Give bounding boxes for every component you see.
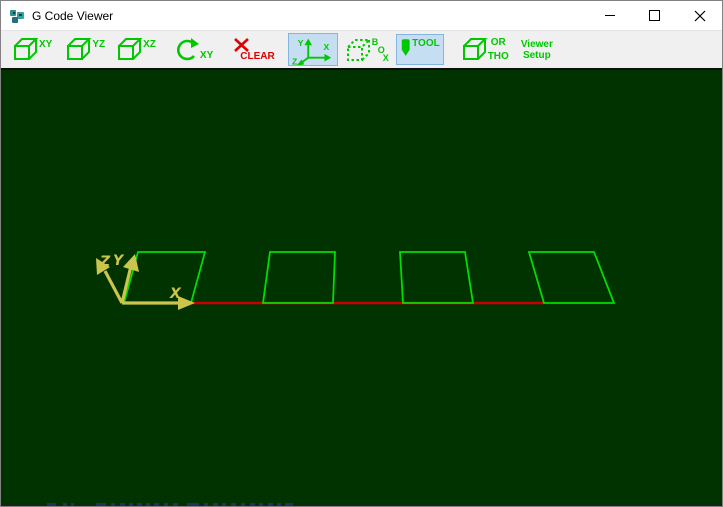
clipped-text-fragment [137, 503, 142, 506]
app-icon [9, 8, 25, 24]
minimize-button[interactable] [587, 1, 632, 30]
cube-icon [117, 37, 143, 61]
view-xy-button[interactable]: XY [9, 34, 56, 65]
box-display-button[interactable]: B O X [342, 34, 394, 65]
cube-icon [462, 37, 488, 61]
clipped-text-fragment [71, 503, 74, 506]
y-axis-label: Y [113, 253, 125, 269]
close-button[interactable] [677, 1, 722, 30]
z-axis-label: Z [99, 254, 111, 270]
axes-icon-z-label: Z [292, 56, 297, 65]
toolbar: XY YZ XZ XY [1, 30, 722, 68]
window-title: G Code Viewer [32, 9, 113, 23]
viewer-setup-button[interactable]: Viewer Setup [517, 34, 557, 65]
ortho-label-line1: OR [488, 38, 509, 48]
x-axis-label: X [169, 286, 182, 302]
cube-icon [66, 37, 92, 61]
axes-icon: Y X Z [292, 36, 334, 65]
cube-icon [13, 37, 39, 61]
tool-icon [400, 37, 411, 59]
toolpath-svg: X YZ [1, 70, 722, 503]
clipped-text-fragment [47, 503, 56, 506]
ortho-label-line2: THO [488, 52, 509, 62]
gcode-viewer-window: G Code Viewer XY [0, 0, 723, 507]
clipped-text-fragment [96, 503, 106, 506]
cut-shape-3 [400, 252, 473, 303]
view-xz-label: XZ [143, 40, 156, 50]
clipped-text-fragment [241, 503, 245, 506]
tool-display-button[interactable]: TOOL [396, 34, 444, 65]
clipped-text-fragment [213, 503, 218, 506]
maximize-button[interactable] [632, 1, 677, 30]
titlebar: G Code Viewer [1, 1, 722, 30]
clipped-text-fragment [63, 503, 67, 506]
viewer-setup-line1: Viewer [521, 39, 553, 50]
z-axis-line [105, 271, 122, 303]
clipped-text-fragment [111, 503, 115, 506]
box-letter-x: X [383, 53, 389, 63]
view-yz-label: YZ [92, 40, 105, 50]
clipped-text-fragment [164, 503, 168, 506]
clear-label: CLEAR [240, 52, 274, 62]
viewport-canvas[interactable]: X YZ [1, 70, 722, 503]
cut-shape-4 [529, 252, 614, 303]
rotate-icon [174, 37, 200, 63]
clipped-text-fragment [250, 503, 255, 506]
clipped-text-fragment [259, 503, 263, 506]
view-xy-label: XY [39, 40, 52, 50]
clipped-text-fragment [173, 503, 178, 506]
clipped-text-fragment [187, 503, 199, 506]
clipped-text-fragment [231, 503, 236, 506]
clipped-text-fragment [204, 503, 208, 506]
rotate-xy-label: XY [200, 51, 213, 61]
clipped-text-fragment [146, 503, 150, 506]
clipped-text-fragment [285, 503, 293, 506]
rotate-xy-button[interactable]: XY [170, 34, 217, 65]
view-yz-button[interactable]: YZ [62, 34, 109, 65]
axes-icon-y-label: Y [297, 38, 303, 48]
axes-icon-x-label: X [323, 42, 329, 52]
clipped-text-fragment [154, 503, 159, 506]
clear-button[interactable]: CLEAR [229, 34, 278, 65]
clipped-text-fragment [277, 503, 281, 506]
clipped-text-fragment [129, 503, 133, 506]
tool-label: TOOL [412, 39, 440, 49]
maximize-icon [649, 10, 660, 21]
view-xz-button[interactable]: XZ [113, 34, 160, 65]
cut-shape-2 [263, 252, 335, 303]
minimize-icon [605, 15, 615, 16]
clipped-text-row [1, 503, 722, 507]
dotted-cube-icon [346, 38, 372, 62]
clipped-text-fragment [120, 503, 125, 506]
axes-display-button[interactable]: Y X Z [288, 33, 338, 66]
clipped-text-fragment [222, 503, 226, 506]
ortho-button[interactable]: OR THO [458, 34, 513, 65]
close-icon [694, 10, 706, 22]
clipped-text-fragment [268, 503, 273, 506]
caption-buttons [587, 1, 722, 30]
viewer-setup-line2: Setup [523, 50, 551, 61]
